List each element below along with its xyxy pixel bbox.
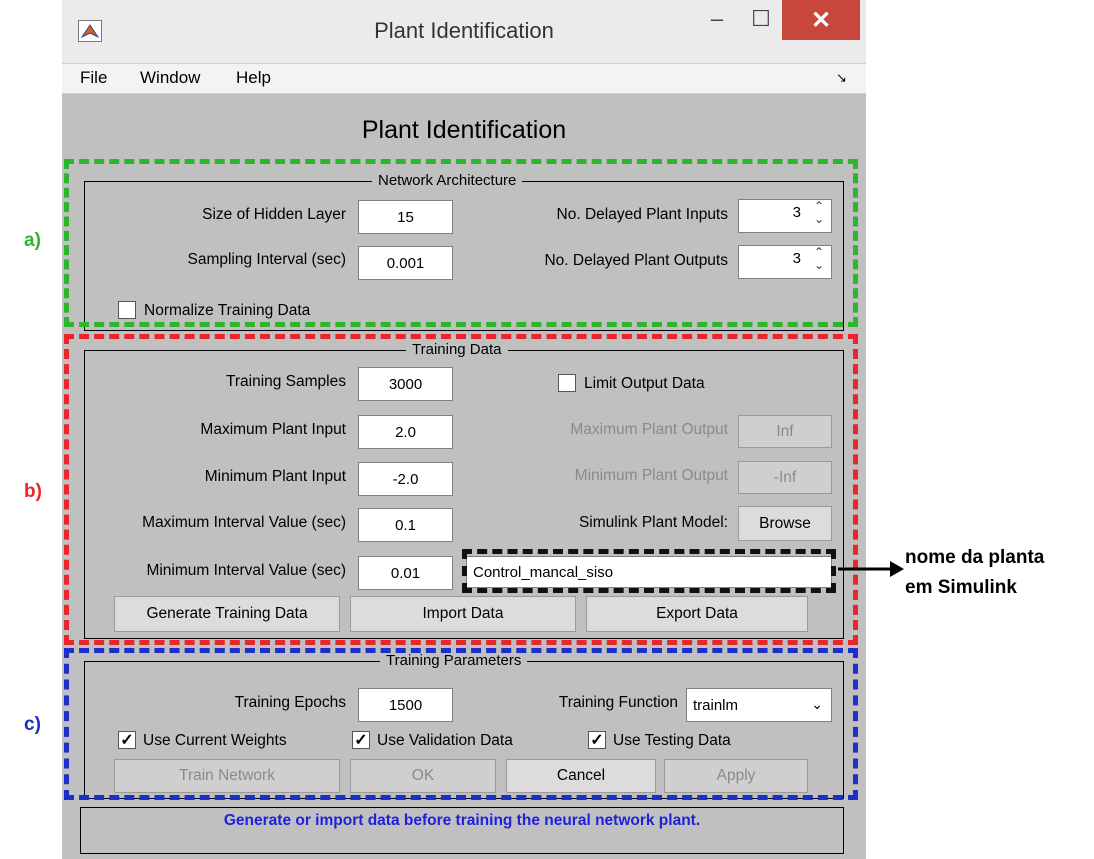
menu-window[interactable]: Window: [140, 68, 200, 88]
annotation-label-a: a): [24, 230, 41, 251]
minimize-button[interactable]: –: [700, 0, 734, 38]
annotation-note-line2: em Simulink: [905, 577, 1017, 598]
annotation-box-a: [64, 159, 858, 327]
status-message: Generate or import data before training …: [223, 812, 701, 829]
menu-file[interactable]: File: [80, 68, 107, 88]
annotation-note-line1: nome da planta: [905, 547, 1045, 568]
annotation-box-model-name: [462, 549, 836, 593]
annotation-note: nome da planta em Simulink: [905, 543, 1044, 603]
page-title: Plant Identification: [361, 116, 567, 144]
close-button[interactable]: ✕: [782, 0, 860, 40]
annotation-label-c: c): [24, 714, 41, 735]
annotation-arrow-icon: [838, 561, 904, 577]
annotation-box-c: [64, 648, 858, 800]
dock-arrow-icon[interactable]: ↘: [836, 70, 847, 86]
maximize-button[interactable]: ☐: [744, 0, 778, 38]
menu-help[interactable]: Help: [236, 68, 271, 88]
annotation-box-b: [64, 334, 858, 645]
annotation-label-b: b): [24, 481, 42, 502]
